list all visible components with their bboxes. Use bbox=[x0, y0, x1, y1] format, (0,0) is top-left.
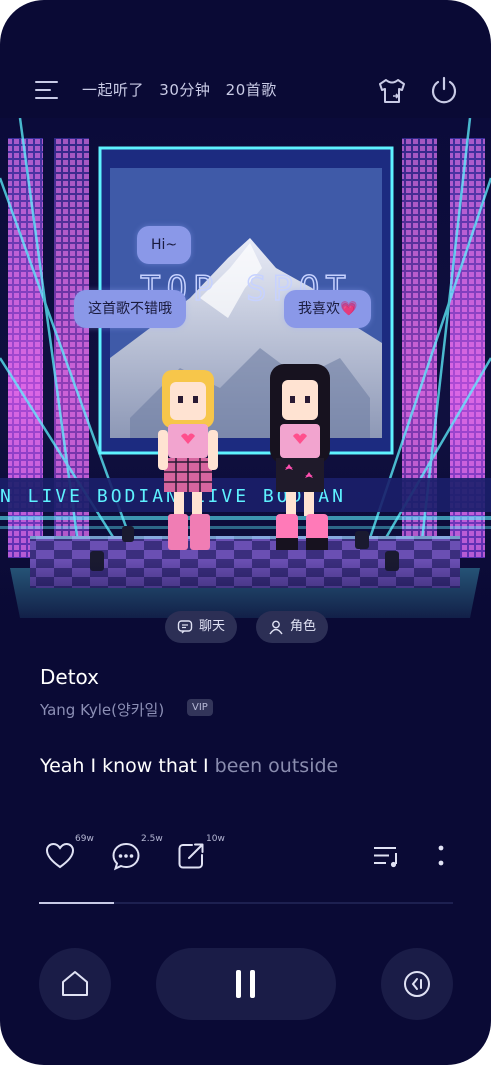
power-icon[interactable] bbox=[428, 74, 460, 106]
song-artist[interactable]: Yang Kyle(양카일) bbox=[40, 699, 164, 720]
shirt-icon[interactable] bbox=[376, 75, 408, 107]
comment-icon[interactable] bbox=[110, 840, 142, 872]
home-icon bbox=[62, 971, 88, 996]
menu-icon[interactable] bbox=[34, 78, 60, 102]
speech-bubble-like: 我喜欢💗 bbox=[284, 290, 372, 328]
song-title: Detox bbox=[40, 665, 100, 689]
speech-bubble-hi: Hi~ bbox=[137, 226, 192, 264]
current-lyric: Yeah I know that I been outside bbox=[40, 755, 338, 777]
pause-icon bbox=[236, 970, 255, 998]
back-button[interactable] bbox=[381, 948, 453, 1020]
app-screen: 一起听了 30分钟 20首歌 TOP SPOT N LIVE BODIAN LI… bbox=[0, 0, 491, 1065]
heart-icon[interactable] bbox=[44, 840, 76, 872]
share-count: 10w bbox=[206, 834, 225, 844]
character-blonde bbox=[158, 370, 218, 550]
chat-button[interactable]: 聊天 bbox=[165, 611, 237, 643]
top-bar: 一起听了 30分钟 20首歌 bbox=[0, 62, 491, 118]
more-icon[interactable] bbox=[425, 840, 457, 872]
lyric-sung: Yeah I know that I bbox=[40, 755, 215, 777]
listen-summary: 一起听了 30分钟 20首歌 bbox=[82, 79, 287, 100]
like-count: 69w bbox=[75, 834, 94, 844]
person-icon bbox=[269, 620, 283, 635]
song-count: 20首歌 bbox=[225, 81, 277, 99]
back-icon bbox=[404, 971, 430, 997]
progress-fill bbox=[39, 902, 114, 904]
chat-icon bbox=[177, 620, 193, 634]
concert-stage: TOP SPOT N LIVE BODIAN LIVE BODIAN bbox=[0, 118, 491, 628]
progress-bar[interactable] bbox=[39, 902, 453, 904]
vip-badge: VIP bbox=[187, 699, 213, 716]
speech-bubble-nice-song: 这首歌不错哦 bbox=[74, 290, 186, 328]
stage-fade bbox=[0, 560, 491, 640]
stage-illustration: TOP SPOT N LIVE BODIAN LIVE BODIAN bbox=[0, 118, 491, 618]
home-button[interactable] bbox=[39, 948, 111, 1020]
character-black-hair bbox=[270, 364, 330, 550]
pause-button[interactable] bbox=[156, 948, 336, 1020]
role-button[interactable]: 角色 bbox=[256, 611, 328, 643]
lyric-pending: been outside bbox=[214, 755, 339, 777]
listen-together-label: 一起听了 bbox=[82, 81, 145, 99]
playlist-icon[interactable] bbox=[371, 840, 403, 872]
role-label: 角色 bbox=[290, 619, 317, 634]
chat-label: 聊天 bbox=[199, 619, 226, 634]
listen-duration: 30分钟 bbox=[159, 81, 211, 99]
comment-count: 2.5w bbox=[141, 834, 163, 844]
share-icon[interactable] bbox=[175, 840, 207, 872]
